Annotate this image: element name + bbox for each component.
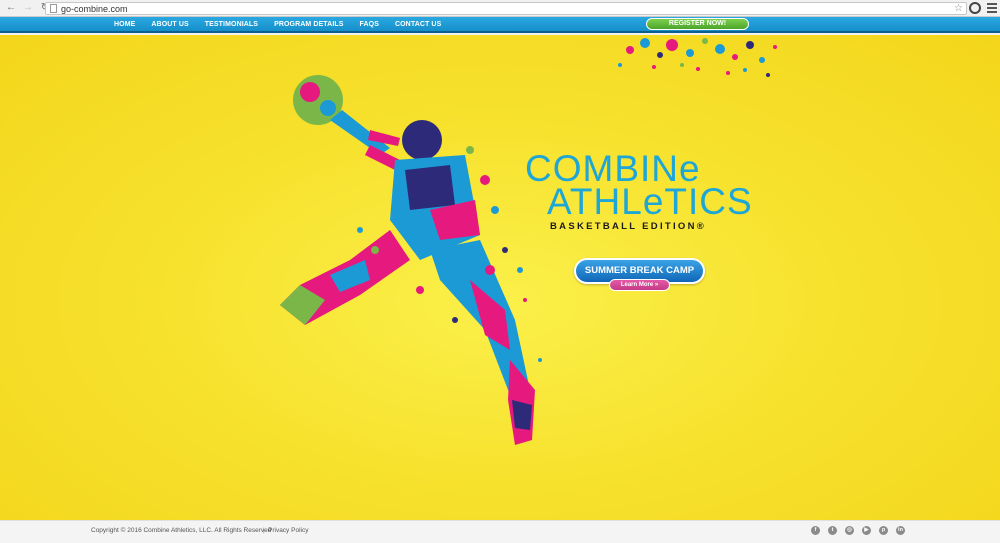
- basketball-player-illustration: [280, 75, 542, 445]
- url-text: go-combine.com: [61, 3, 128, 14]
- brand-title-line2: ATHLeTICS: [547, 181, 753, 222]
- nav-contact-us[interactable]: CONTACT US: [395, 21, 441, 28]
- paint-splash-decoration: [618, 38, 777, 77]
- address-bar[interactable]: go-combine.com ☆: [45, 2, 967, 15]
- nav-about-us[interactable]: ABOUT US: [151, 21, 188, 28]
- brand-logo: COMBINe ATHLeTICS BASKETBALL EDITION®: [525, 150, 753, 232]
- site-footer: Copyright © 2016 Combine Athletics, LLC.…: [0, 520, 1000, 543]
- linkedin-icon[interactable]: in: [896, 526, 905, 535]
- forward-icon[interactable]: →: [22, 2, 34, 14]
- brand-subtitle: BASKETBALL EDITION®: [550, 221, 707, 232]
- nav-home[interactable]: HOME: [114, 21, 135, 28]
- browser-menu-icon[interactable]: [987, 2, 997, 14]
- social-icons: f t ◎ ▶ p in: [811, 526, 913, 535]
- nav-testimonials[interactable]: TESTIMONIALS: [205, 21, 258, 28]
- nav-links: HOME ABOUT US TESTIMONIALS PROGRAM DETAI…: [114, 17, 457, 31]
- footer-separator: |: [263, 527, 265, 534]
- hero-banner: COMBINe ATHLeTICS BASKETBALL EDITION® SU…: [0, 35, 1000, 520]
- page-icon: [50, 4, 57, 13]
- bookmark-star-icon[interactable]: ☆: [954, 3, 963, 14]
- browser-toolbar: ← → ↻ go-combine.com ☆: [0, 0, 1000, 17]
- register-now-button[interactable]: REGISTER NOW!: [646, 18, 749, 30]
- nav-faqs[interactable]: FAQS: [360, 21, 379, 28]
- twitter-icon[interactable]: t: [828, 526, 837, 535]
- privacy-policy-link[interactable]: Privacy Policy: [268, 527, 308, 534]
- extension-icon[interactable]: [969, 2, 981, 14]
- facebook-icon[interactable]: f: [811, 526, 820, 535]
- instagram-icon[interactable]: ◎: [845, 526, 854, 535]
- youtube-icon[interactable]: ▶: [862, 526, 871, 535]
- learn-more-button[interactable]: Learn More »: [609, 279, 670, 291]
- pinterest-icon[interactable]: p: [879, 526, 888, 535]
- site-navbar: HOME ABOUT US TESTIMONIALS PROGRAM DETAI…: [0, 17, 1000, 33]
- nav-program-details[interactable]: PROGRAM DETAILS: [274, 21, 343, 28]
- back-icon[interactable]: ←: [5, 2, 17, 14]
- copyright-text: Copyright © 2016 Combine Athletics, LLC.…: [91, 527, 272, 534]
